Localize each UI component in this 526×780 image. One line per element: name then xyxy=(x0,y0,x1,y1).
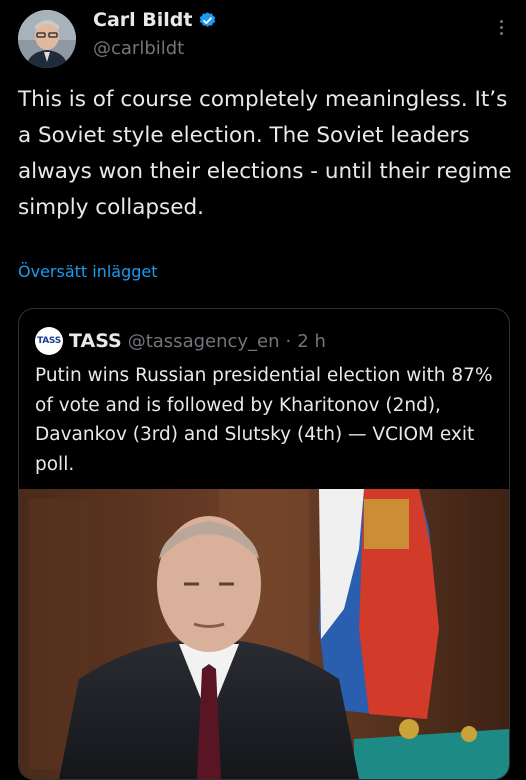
quoted-timestamp[interactable]: 2 h xyxy=(297,331,326,352)
quoted-author-name[interactable]: TASS xyxy=(69,330,122,352)
author-name-row[interactable]: Carl Bildt xyxy=(93,9,217,31)
quoted-tweet-header: TASS TASS @tassagency_en · 2 h xyxy=(35,327,326,355)
avatar[interactable] xyxy=(18,10,76,68)
author-name[interactable]: Carl Bildt xyxy=(93,9,192,31)
quoted-tweet-photo[interactable] xyxy=(19,489,509,779)
more-options-icon[interactable] xyxy=(498,20,504,35)
translate-link[interactable]: Översätt inlägget xyxy=(18,262,158,281)
quoted-tweet-card[interactable]: TASS TASS @tassagency_en · 2 h Putin win… xyxy=(18,308,510,780)
quoted-tweet-text: Putin wins Russian presidential election… xyxy=(35,365,493,475)
tass-logo-icon: TASS xyxy=(35,327,63,355)
tweet-text: This is of course completely meaningless… xyxy=(18,87,512,220)
verified-badge-icon xyxy=(200,11,216,27)
quoted-author-handle[interactable]: @tassagency_en xyxy=(128,331,280,352)
author-handle[interactable]: @carlbildt xyxy=(93,38,184,59)
separator-dot: · xyxy=(285,330,292,352)
avatar-image xyxy=(18,10,76,68)
